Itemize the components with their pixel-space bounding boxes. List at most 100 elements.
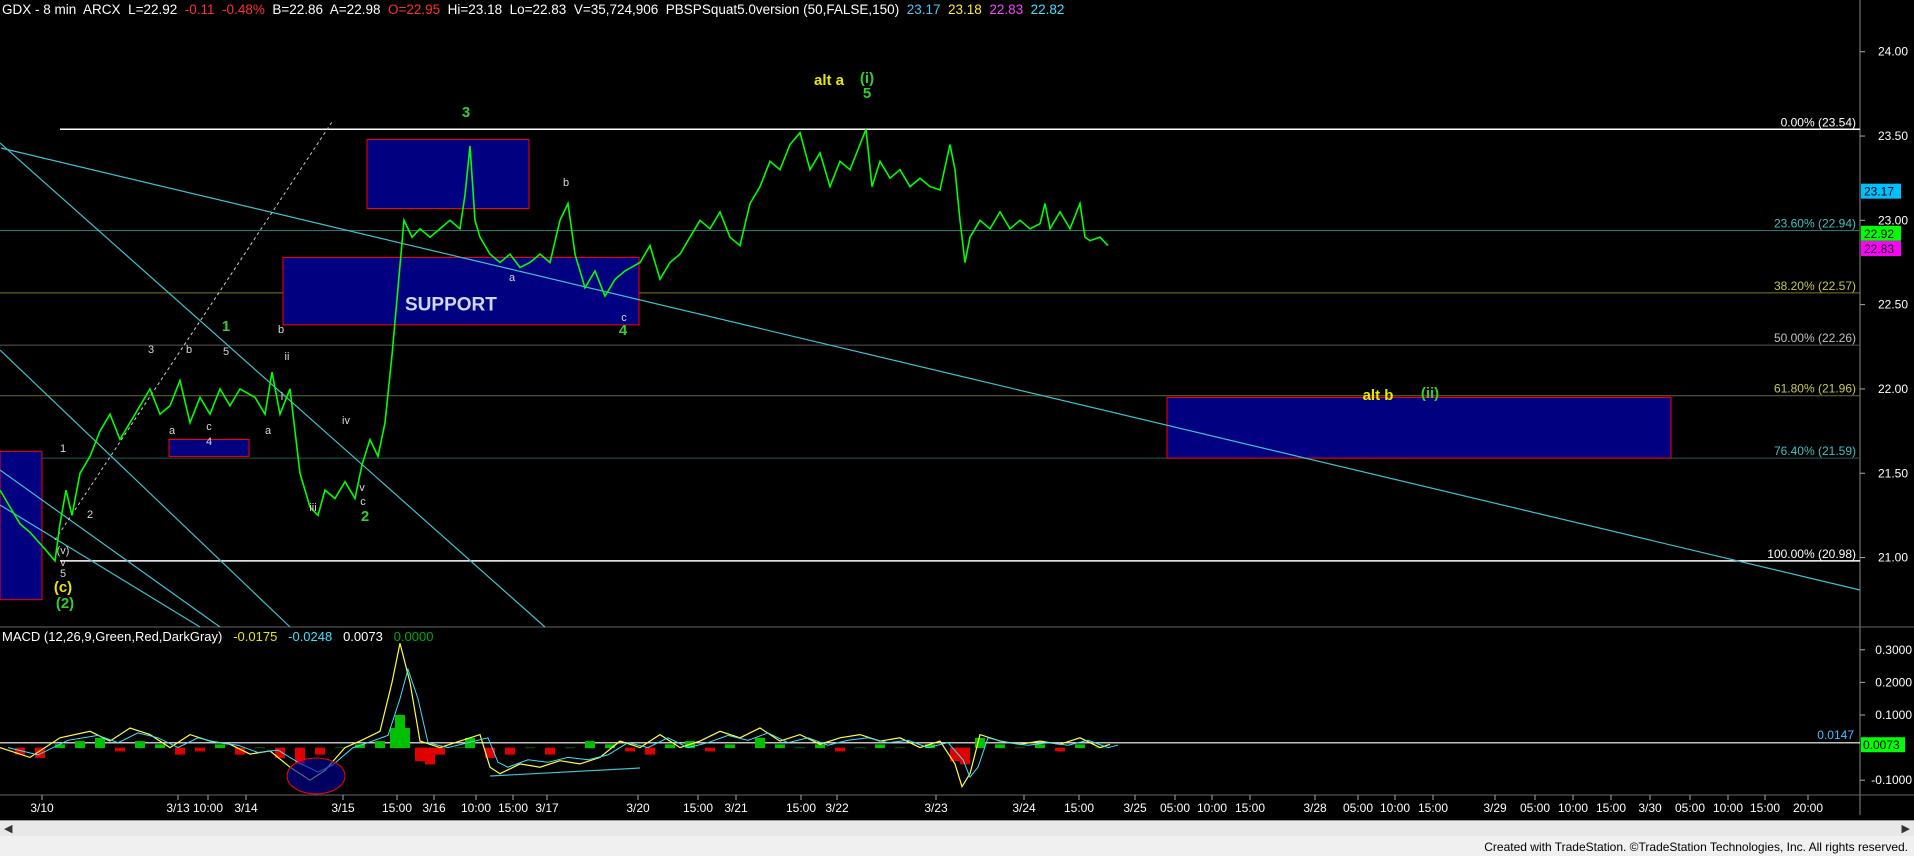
macd-bar bbox=[375, 741, 385, 749]
trendline bbox=[0, 147, 1861, 591]
y-tick-label: 23.50 bbox=[1878, 129, 1908, 143]
macd-bar bbox=[775, 744, 785, 749]
x-tick-label: 05:00 bbox=[1160, 801, 1190, 815]
macd-bar bbox=[215, 744, 225, 749]
macd-bar bbox=[115, 747, 125, 752]
wave-label: 4 bbox=[619, 322, 628, 339]
wave-label: v bbox=[359, 482, 365, 494]
macd-bar bbox=[435, 747, 445, 755]
x-tick-label: 05:00 bbox=[1520, 801, 1550, 815]
macd-bar bbox=[875, 744, 885, 749]
macd-bar bbox=[665, 744, 675, 749]
macd-bar bbox=[315, 747, 325, 755]
x-tick-label: 15:00 bbox=[1596, 801, 1626, 815]
wave-label: a bbox=[509, 272, 516, 284]
fib-level-label: 50.00% (22.26) bbox=[1774, 331, 1856, 345]
macd-bar bbox=[895, 747, 905, 749]
macd-bar bbox=[725, 744, 735, 749]
scroll-left-icon[interactable]: ◀ bbox=[4, 822, 12, 835]
macd-y-tick-label: 0.1000 bbox=[1875, 708, 1912, 722]
x-tick-label: 15:00 bbox=[1235, 801, 1265, 815]
macd-bar bbox=[95, 737, 105, 749]
horizontal-scrollbar[interactable]: ◀ ▶ bbox=[0, 820, 1914, 837]
macd-bar bbox=[705, 747, 715, 752]
x-tick-label: 15:00 bbox=[1064, 801, 1094, 815]
wave-label: 5 bbox=[863, 85, 871, 102]
macd-bar bbox=[135, 741, 145, 749]
x-tick-label: 05:00 bbox=[1675, 801, 1705, 815]
fib-level-label: 23.60% (22.94) bbox=[1774, 216, 1856, 230]
macd-y-tick-label: -0.1000 bbox=[1871, 773, 1912, 787]
trendline bbox=[0, 349, 291, 628]
wave-label: c bbox=[206, 421, 212, 433]
wave-label: (v) bbox=[57, 545, 70, 557]
x-tick-label: 10:00 bbox=[1197, 801, 1227, 815]
macd-bar bbox=[1055, 747, 1065, 752]
x-tick-label: 3/14 bbox=[234, 801, 258, 815]
macd-bar bbox=[1075, 744, 1085, 749]
wave-label: alt a bbox=[814, 72, 845, 89]
fib-level-label: 100.00% (20.98) bbox=[1767, 547, 1856, 561]
alt-b-box bbox=[1166, 396, 1672, 459]
dashed-channel bbox=[54, 121, 333, 541]
wave-label: i bbox=[281, 391, 283, 403]
macd-bar bbox=[835, 747, 845, 752]
support-label: SUPPORT bbox=[405, 295, 497, 316]
x-tick-label: 10:00 bbox=[193, 801, 223, 815]
x-tick-label: 3/13 bbox=[166, 801, 190, 815]
macd-bar bbox=[175, 747, 185, 755]
copyright: Created with TradeStation. ©TradeStation… bbox=[1484, 840, 1908, 854]
macd-bar bbox=[335, 747, 345, 749]
macd-bar bbox=[565, 747, 575, 749]
x-tick-label: 05:00 bbox=[1343, 801, 1373, 815]
price-tag-label: 23.17 bbox=[1864, 185, 1894, 199]
price-tag-label: 22.92 bbox=[1864, 227, 1894, 241]
x-tick-label: 3/25 bbox=[1123, 801, 1147, 815]
x-tick-label: 15:00 bbox=[1750, 801, 1780, 815]
wave-label: 5 bbox=[223, 346, 229, 358]
wave-label: a bbox=[265, 425, 272, 437]
scroll-right-icon[interactable]: ▶ bbox=[1902, 822, 1910, 835]
wave-label: 2 bbox=[87, 509, 93, 521]
wave-label: a bbox=[169, 425, 176, 437]
box-wave3 bbox=[366, 138, 530, 210]
macd-level-label: 0.0147 bbox=[1817, 728, 1854, 742]
x-tick-label: 3/10 bbox=[30, 801, 54, 815]
chart-canvas[interactable]: 24.00 23.50 23.00 22.50 22.00 21.50 21.00 0.300… bbox=[0, 0, 1914, 820]
macd-bar bbox=[525, 747, 535, 749]
macd-bar bbox=[960, 747, 970, 765]
wave-label: alt b bbox=[1363, 387, 1394, 404]
macd-bar bbox=[645, 747, 655, 755]
price-tag-label: 22.83 bbox=[1864, 242, 1894, 256]
macd-bar bbox=[585, 741, 595, 749]
x-tick-label: 15:00 bbox=[786, 801, 816, 815]
macd-bar bbox=[545, 747, 555, 755]
macd-highlight-ellipse bbox=[286, 757, 346, 795]
wave-label: (ii) bbox=[1421, 385, 1439, 402]
macd-bar bbox=[995, 744, 1005, 749]
fib-level-label: 0.00% (23.54) bbox=[1781, 115, 1856, 129]
fib-level-label: 76.40% (21.59) bbox=[1774, 444, 1856, 458]
x-tick-label: 3/15 bbox=[331, 801, 355, 815]
macd-line bbox=[0, 643, 1111, 789]
wave-label: b bbox=[278, 324, 284, 336]
x-tick-label: 10:00 bbox=[1380, 801, 1410, 815]
x-tick-label: 15:00 bbox=[382, 801, 412, 815]
wave-label: (2) bbox=[56, 595, 74, 612]
macd-bar bbox=[195, 747, 205, 752]
x-tick-label: 3/29 bbox=[1483, 801, 1507, 815]
macd-bar bbox=[1015, 747, 1025, 749]
x-tick-label: 3/20 bbox=[626, 801, 650, 815]
macd-bar bbox=[75, 741, 85, 749]
y-tick-label: 21.00 bbox=[1878, 551, 1908, 565]
wave-label: b bbox=[563, 177, 569, 189]
wave-label: b bbox=[186, 344, 192, 356]
y-tick-label: 22.50 bbox=[1878, 298, 1908, 312]
macd-divergence-line bbox=[489, 767, 641, 777]
macd-price-tag-label: 0.0073 bbox=[1863, 738, 1900, 752]
wave-label: 3 bbox=[148, 344, 154, 356]
fib-level-label: 38.20% (22.57) bbox=[1774, 279, 1856, 293]
x-tick-label: 10:00 bbox=[461, 801, 491, 815]
x-tick-label: 15:00 bbox=[683, 801, 713, 815]
macd-bar bbox=[155, 744, 165, 749]
